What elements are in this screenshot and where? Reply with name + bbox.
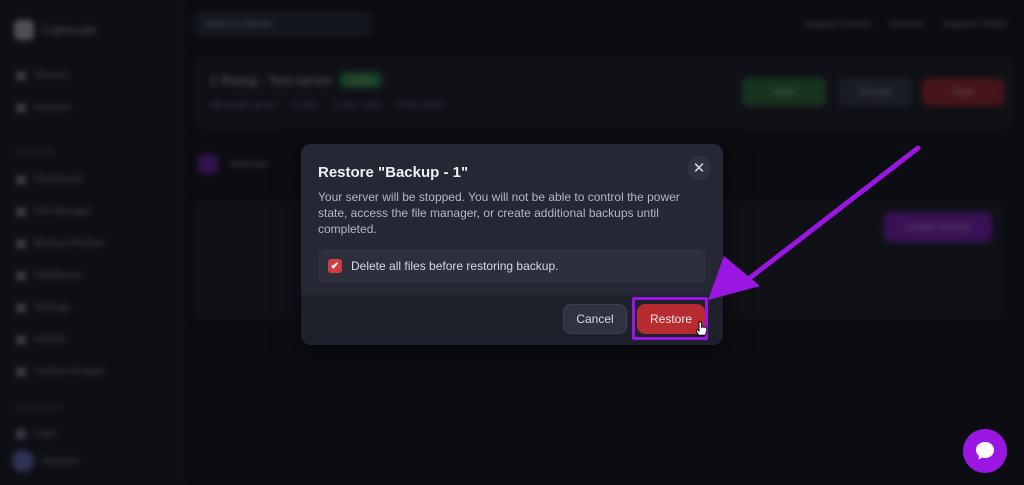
chat-icon	[976, 442, 994, 460]
chat-bubble-icon[interactable]	[963, 429, 1007, 473]
hand-pointer-icon	[695, 321, 708, 336]
annotation-arrow-icon	[695, 145, 921, 336]
